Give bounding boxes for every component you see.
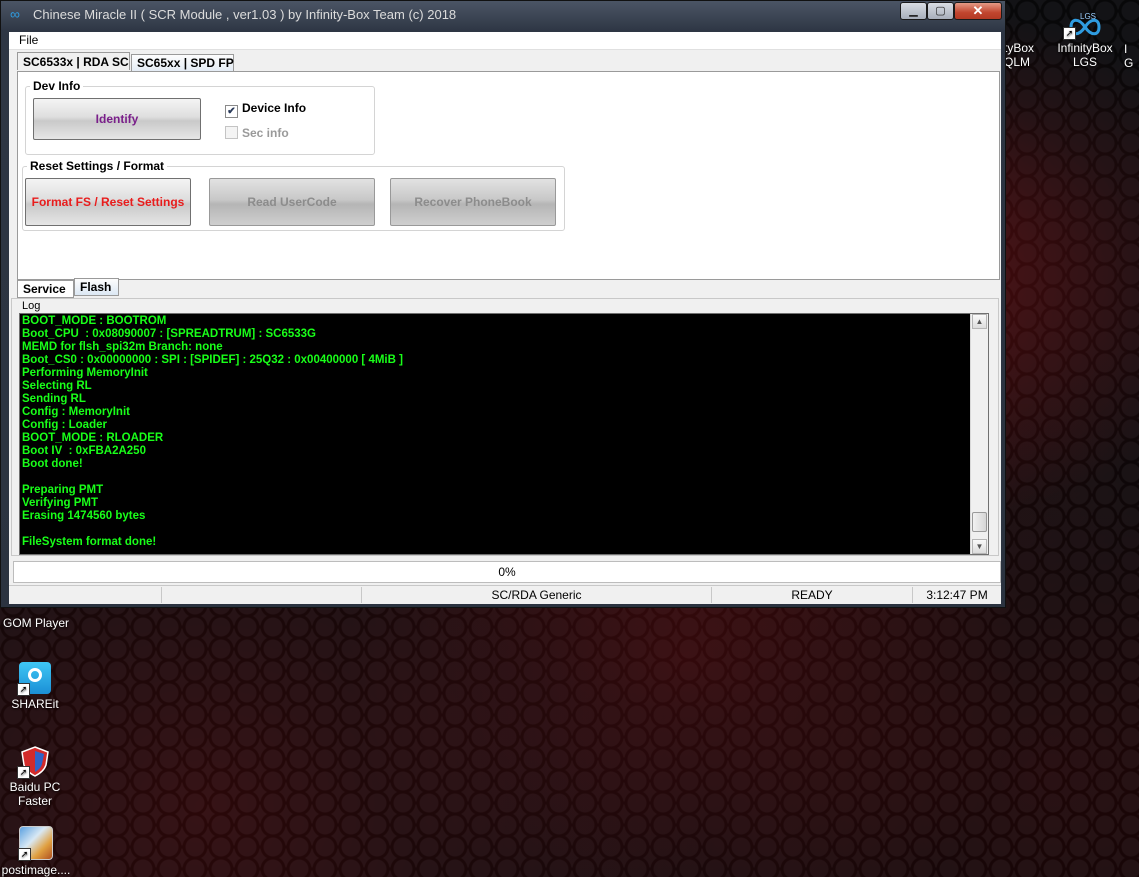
progress-bar: 0% xyxy=(13,561,1001,583)
scroll-thumb[interactable] xyxy=(972,512,987,532)
status-state: READY xyxy=(712,587,913,603)
tab-sc6533x-rda-sc[interactable]: SC6533x | RDA SC xyxy=(17,52,130,70)
maximize-button[interactable]: ▢ xyxy=(927,2,954,20)
log-line: Boot_CS0 : 0x00000000 : SPI : [SPIDEF] :… xyxy=(22,354,403,366)
shield-icon: ➚ xyxy=(17,745,51,779)
scroll-up-icon[interactable]: ▲ xyxy=(972,314,987,329)
log-label: Log xyxy=(22,300,41,312)
log-panel: Log BOOT_MODE : BOOTROM Boot_CPU : 0x0809… xyxy=(11,298,999,556)
recover-phonebook-button[interactable]: Recover PhoneBook xyxy=(390,178,556,226)
tab-service[interactable]: Service xyxy=(17,280,74,298)
desktop-icon-label: postimage.... xyxy=(1,863,71,877)
status-cell-empty-2 xyxy=(162,587,362,603)
window-title: Chinese Miracle II ( SCR Module , ver1.0… xyxy=(33,7,457,22)
desktop-icon-label: tyBox QLM xyxy=(1004,41,1035,69)
desktop-icon-infinitybox-lgs[interactable]: LGS ➚ InfinityBox LGS xyxy=(1054,10,1116,69)
log-line: BOOT_MODE : BOOTROM xyxy=(22,315,167,327)
desktop-icon-label: GOM Player xyxy=(2,616,69,630)
tab-sc65xx-spd-fp[interactable]: SC65xx | SPD FP xyxy=(131,54,234,71)
log-line: Boot IV : 0xFBA2A250 xyxy=(22,445,146,457)
desktop-icon-infinitybox-qlm[interactable]: tyBox QLM xyxy=(1004,12,1052,69)
infinitybox-icon xyxy=(1018,12,1038,42)
tab-flash[interactable]: Flash xyxy=(74,278,119,296)
log-scrollbar[interactable]: ▲ ▼ xyxy=(970,314,988,554)
log-line: Config : MemoryInit xyxy=(22,406,130,418)
reset-settings-group: Reset Settings / Format Format FS / Rese… xyxy=(22,159,565,231)
shortcut-arrow-icon: ➚ xyxy=(17,766,30,779)
reset-settings-legend: Reset Settings / Format xyxy=(30,159,165,173)
checkmark-icon: ✔ xyxy=(225,105,238,118)
title-bar[interactable]: ∞ Chinese Miracle II ( SCR Module , ver1… xyxy=(1,1,1005,31)
desktop-icon-label: I G xyxy=(1124,42,1134,70)
log-line: Performing MemoryInit xyxy=(22,367,148,379)
desktop-icon-postimage[interactable]: ➚ postimage.... xyxy=(0,826,72,877)
status-bar: SC/RDA Generic READY 3:12:47 PM xyxy=(9,585,1001,604)
desktop-icon-label: SHAREit xyxy=(11,697,59,711)
close-button[interactable]: ✕ xyxy=(954,2,1002,20)
dev-info-group: Dev Info Identify ✔ Device Info Sec info xyxy=(25,79,375,155)
window-client-area: File SC6533x | RDA SC SC65xx | SPD FP De… xyxy=(9,32,1001,604)
shortcut-arrow-icon: ➚ xyxy=(1063,27,1076,40)
image-file-icon: ➚ xyxy=(18,826,53,861)
desktop-icon-baidu-pc-faster[interactable]: ➚ Baidu PC Faster xyxy=(0,745,70,808)
dev-info-legend: Dev Info xyxy=(33,79,81,93)
log-line: FileSystem format done! xyxy=(22,536,157,548)
desktop-icon-label: InfinityBox LGS xyxy=(1057,41,1113,69)
format-fs-reset-button[interactable]: Format FS / Reset Settings xyxy=(25,178,191,226)
log-line: Preparing PMT xyxy=(22,484,104,496)
log-line: BOOT_MODE : RLOADER xyxy=(22,432,164,444)
log-line: Sending RL xyxy=(22,393,86,405)
app-infinity-icon: ∞ xyxy=(10,6,20,22)
checkbox-empty-icon xyxy=(225,126,238,139)
log-line: Boot_CPU : 0x08090007 : [SPREADTRUM] : S… xyxy=(22,328,316,340)
read-usercode-button[interactable]: Read UserCode xyxy=(209,178,375,226)
log-line: Config : Loader xyxy=(22,419,107,431)
menu-bar: File xyxy=(9,32,1001,50)
progress-text: 0% xyxy=(498,565,516,579)
app-window: ∞ Chinese Miracle II ( SCR Module , ver1… xyxy=(0,0,1006,608)
log-line: Erasing 1474560 bytes xyxy=(22,510,146,522)
log-output[interactable]: BOOT_MODE : BOOTROM Boot_CPU : 0x08090007… xyxy=(19,313,989,555)
desktop-icon-label: Baidu PC Faster xyxy=(9,780,61,808)
status-time: 3:12:47 PM xyxy=(926,588,988,602)
tab-panel: Dev Info Identify ✔ Device Info Sec info … xyxy=(17,71,1000,280)
shortcut-arrow-icon: ➚ xyxy=(17,683,30,696)
sec-info-checkbox[interactable]: Sec info xyxy=(225,126,289,140)
identify-button[interactable]: Identify xyxy=(33,98,201,140)
desktop-icon-partial[interactable]: I G xyxy=(1124,42,1139,70)
minimize-button[interactable]: ▁ xyxy=(900,2,927,20)
scroll-down-icon[interactable]: ▼ xyxy=(972,539,987,554)
log-line: MEMD for flsh_spi32m Branch: none xyxy=(22,341,223,353)
log-line: Verifying PMT xyxy=(22,497,99,509)
log-lines: BOOT_MODE : BOOTROM Boot_CPU : 0x08090007… xyxy=(22,315,403,549)
shortcut-arrow-icon: ➚ xyxy=(18,848,31,861)
log-line: Boot done! xyxy=(22,458,83,470)
infinitybox-lgs-icon: LGS ➚ xyxy=(1063,10,1105,40)
desktop-icon-gom-player[interactable]: GOM Player xyxy=(0,616,72,630)
device-info-checkbox[interactable]: ✔ Device Info xyxy=(225,101,306,118)
status-cell-empty-1 xyxy=(9,587,162,603)
desktop-icon-shareit[interactable]: ➚ SHAREit xyxy=(0,662,70,711)
shareit-icon: ➚ xyxy=(17,662,51,696)
menu-file[interactable]: File xyxy=(19,33,38,47)
log-line: Selecting RL xyxy=(22,380,92,392)
status-module: SC/RDA Generic xyxy=(362,587,712,603)
